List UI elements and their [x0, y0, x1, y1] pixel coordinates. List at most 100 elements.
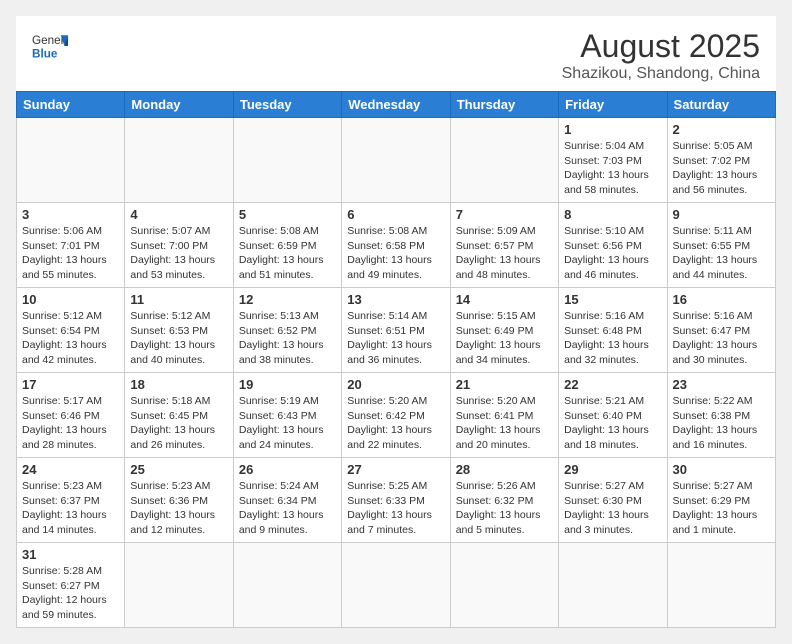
header-sunday: Sunday	[17, 92, 125, 118]
header-friday: Friday	[559, 92, 667, 118]
day-cell: 31Sunrise: 5:28 AM Sunset: 6:27 PM Dayli…	[17, 543, 125, 628]
day-info: Sunrise: 5:24 AM Sunset: 6:34 PM Dayligh…	[239, 479, 336, 538]
day-number: 11	[130, 292, 227, 307]
day-info: Sunrise: 5:27 AM Sunset: 6:30 PM Dayligh…	[564, 479, 661, 538]
day-cell: 15 Sunrise: 5:16 AM Sunset: 6:48 PM Dayli…	[559, 288, 667, 373]
day-cell: 5Sunrise: 5:08 AM Sunset: 6:59 PM Daylig…	[233, 203, 341, 288]
day-cell	[125, 118, 233, 203]
day-cell	[233, 543, 341, 628]
day-number: 29	[564, 462, 661, 477]
day-info: Sunrise: 5:25 AM Sunset: 6:33 PM Dayligh…	[347, 479, 444, 538]
day-info: Sunrise: 5:19 AM Sunset: 6:43 PM Dayligh…	[239, 394, 336, 453]
day-cell: 29 Sunrise: 5:27 AM Sunset: 6:30 PM Dayli…	[559, 458, 667, 543]
day-info: Sunrise: 5:16 AM Sunset: 6:47 PM Dayligh…	[673, 309, 770, 368]
day-number: 16	[673, 292, 770, 307]
week-row-4: 17Sunrise: 5:17 AM Sunset: 6:46 PM Dayli…	[17, 373, 776, 458]
day-number: 25	[130, 462, 227, 477]
day-cell	[233, 118, 341, 203]
header-monday: Monday	[125, 92, 233, 118]
weekday-header-row: Sunday Monday Tuesday Wednesday Thursday…	[17, 92, 776, 118]
week-row-3: 10 Sunrise: 5:12 AM Sunset: 6:54 PM Dayli…	[17, 288, 776, 373]
day-info: Sunrise: 5:05 AM Sunset: 7:02 PM Dayligh…	[673, 139, 770, 198]
header-saturday: Saturday	[667, 92, 775, 118]
day-info: Sunrise: 5:14 AM Sunset: 6:51 PM Dayligh…	[347, 309, 444, 368]
day-info: Sunrise: 5:06 AM Sunset: 7:01 PM Dayligh…	[22, 224, 119, 283]
day-number: 7	[456, 207, 553, 222]
day-cell: 6 Sunrise: 5:08 AM Sunset: 6:58 PM Daylig…	[342, 203, 450, 288]
day-info: Sunrise: 5:26 AM Sunset: 6:32 PM Dayligh…	[456, 479, 553, 538]
svg-text:Blue: Blue	[32, 48, 58, 61]
page: General Blue August 2025 Shazikou, Shand…	[16, 16, 776, 628]
day-info: Sunrise: 5:12 AM Sunset: 6:54 PM Dayligh…	[22, 309, 119, 368]
day-cell	[342, 118, 450, 203]
day-cell	[450, 543, 558, 628]
day-cell: 16 Sunrise: 5:16 AM Sunset: 6:47 PM Dayli…	[667, 288, 775, 373]
calendar: Sunday Monday Tuesday Wednesday Thursday…	[16, 91, 776, 628]
day-number: 19	[239, 377, 336, 392]
day-info: Sunrise: 5:07 AM Sunset: 7:00 PM Dayligh…	[130, 224, 227, 283]
day-number: 15	[564, 292, 661, 307]
day-number: 9	[673, 207, 770, 222]
day-cell: 19 Sunrise: 5:19 AM Sunset: 6:43 PM Dayli…	[233, 373, 341, 458]
header-thursday: Thursday	[450, 92, 558, 118]
day-cell: 22 Sunrise: 5:21 AM Sunset: 6:40 PM Dayli…	[559, 373, 667, 458]
day-info: Sunrise: 5:08 AM Sunset: 6:58 PM Dayligh…	[347, 224, 444, 283]
day-cell: 23Sunrise: 5:22 AM Sunset: 6:38 PM Dayli…	[667, 373, 775, 458]
day-number: 31	[22, 547, 119, 562]
day-cell: 20 Sunrise: 5:20 AM Sunset: 6:42 PM Dayli…	[342, 373, 450, 458]
day-info: Sunrise: 5:04 AM Sunset: 7:03 PM Dayligh…	[564, 139, 661, 198]
day-cell: 2 Sunrise: 5:05 AM Sunset: 7:02 PM Daylig…	[667, 118, 775, 203]
week-row-1: 1 Sunrise: 5:04 AM Sunset: 7:03 PM Daylig…	[17, 118, 776, 203]
day-cell: 1 Sunrise: 5:04 AM Sunset: 7:03 PM Daylig…	[559, 118, 667, 203]
day-number: 20	[347, 377, 444, 392]
day-number: 26	[239, 462, 336, 477]
day-number: 14	[456, 292, 553, 307]
day-cell: 26 Sunrise: 5:24 AM Sunset: 6:34 PM Dayli…	[233, 458, 341, 543]
week-row-6: 31Sunrise: 5:28 AM Sunset: 6:27 PM Dayli…	[17, 543, 776, 628]
day-cell	[17, 118, 125, 203]
day-cell: 12Sunrise: 5:13 AM Sunset: 6:52 PM Dayli…	[233, 288, 341, 373]
day-cell: 8Sunrise: 5:10 AM Sunset: 6:56 PM Daylig…	[559, 203, 667, 288]
day-number: 10	[22, 292, 119, 307]
day-cell	[559, 543, 667, 628]
month-year: August 2025	[562, 28, 760, 65]
day-info: Sunrise: 5:16 AM Sunset: 6:48 PM Dayligh…	[564, 309, 661, 368]
day-info: Sunrise: 5:23 AM Sunset: 6:37 PM Dayligh…	[22, 479, 119, 538]
day-cell: 7Sunrise: 5:09 AM Sunset: 6:57 PM Daylig…	[450, 203, 558, 288]
day-cell: 9Sunrise: 5:11 AM Sunset: 6:55 PM Daylig…	[667, 203, 775, 288]
day-number: 4	[130, 207, 227, 222]
day-info: Sunrise: 5:21 AM Sunset: 6:40 PM Dayligh…	[564, 394, 661, 453]
day-info: Sunrise: 5:23 AM Sunset: 6:36 PM Dayligh…	[130, 479, 227, 538]
day-number: 23	[673, 377, 770, 392]
day-info: Sunrise: 5:12 AM Sunset: 6:53 PM Dayligh…	[130, 309, 227, 368]
header-tuesday: Tuesday	[233, 92, 341, 118]
day-cell: 24Sunrise: 5:23 AM Sunset: 6:37 PM Dayli…	[17, 458, 125, 543]
logo-icon: General Blue	[32, 28, 68, 64]
day-cell: 13Sunrise: 5:14 AM Sunset: 6:51 PM Dayli…	[342, 288, 450, 373]
day-number: 28	[456, 462, 553, 477]
day-cell	[667, 543, 775, 628]
day-number: 22	[564, 377, 661, 392]
day-info: Sunrise: 5:17 AM Sunset: 6:46 PM Dayligh…	[22, 394, 119, 453]
day-cell: 14 Sunrise: 5:15 AM Sunset: 6:49 PM Dayli…	[450, 288, 558, 373]
day-info: Sunrise: 5:27 AM Sunset: 6:29 PM Dayligh…	[673, 479, 770, 538]
day-cell: 11 Sunrise: 5:12 AM Sunset: 6:53 PM Dayli…	[125, 288, 233, 373]
day-info: Sunrise: 5:13 AM Sunset: 6:52 PM Dayligh…	[239, 309, 336, 368]
week-row-5: 24Sunrise: 5:23 AM Sunset: 6:37 PM Dayli…	[17, 458, 776, 543]
day-cell: 21Sunrise: 5:20 AM Sunset: 6:41 PM Dayli…	[450, 373, 558, 458]
title-block: August 2025 Shazikou, Shandong, China	[562, 28, 760, 83]
day-number: 21	[456, 377, 553, 392]
day-cell: 17Sunrise: 5:17 AM Sunset: 6:46 PM Dayli…	[17, 373, 125, 458]
header-wednesday: Wednesday	[342, 92, 450, 118]
day-info: Sunrise: 5:20 AM Sunset: 6:42 PM Dayligh…	[347, 394, 444, 453]
day-cell: 3Sunrise: 5:06 AM Sunset: 7:01 PM Daylig…	[17, 203, 125, 288]
day-number: 5	[239, 207, 336, 222]
day-number: 1	[564, 122, 661, 137]
day-number: 2	[673, 122, 770, 137]
day-number: 27	[347, 462, 444, 477]
day-cell	[342, 543, 450, 628]
day-info: Sunrise: 5:15 AM Sunset: 6:49 PM Dayligh…	[456, 309, 553, 368]
logo: General Blue	[32, 28, 68, 64]
day-cell: 25 Sunrise: 5:23 AM Sunset: 6:36 PM Dayli…	[125, 458, 233, 543]
day-number: 6	[347, 207, 444, 222]
